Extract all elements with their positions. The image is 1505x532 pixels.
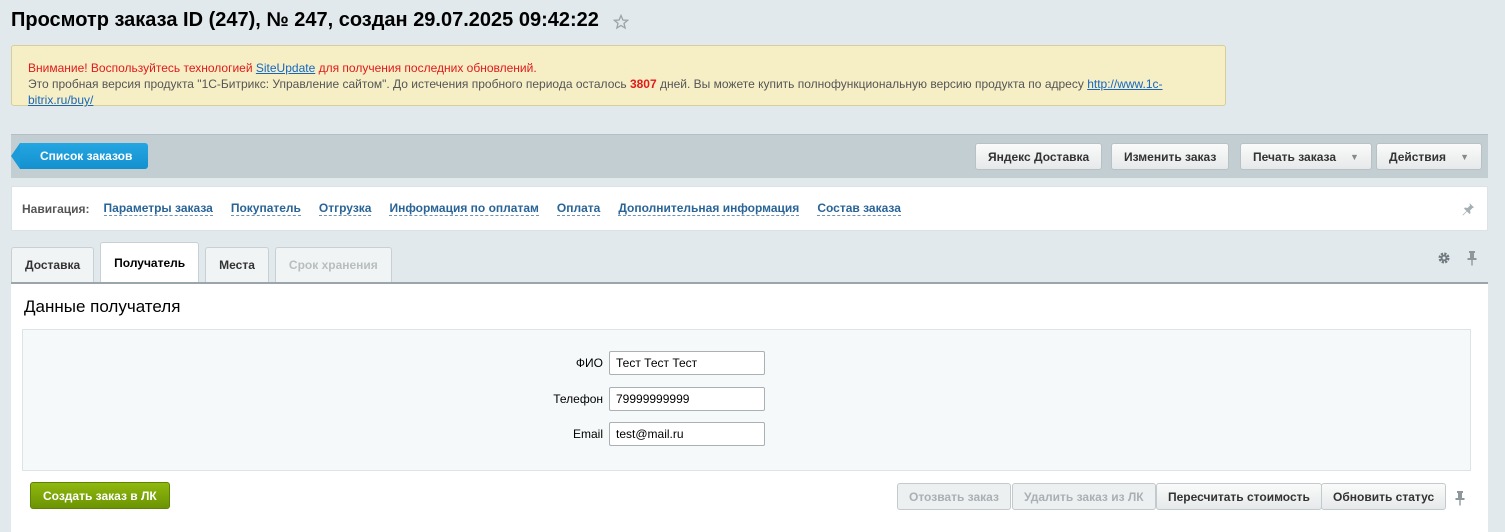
notice-update-line: Внимание! Воспользуйтесь технологией Sit…	[28, 60, 1209, 76]
tab-bar: Доставка Получатель Места Срок хранения	[11, 240, 398, 282]
tab-places[interactable]: Места	[205, 247, 269, 282]
nav-link-shipment[interactable]: Отгрузка	[318, 201, 372, 216]
actions-button[interactable]: Действия ▼	[1376, 143, 1482, 170]
notice-text: Внимание! Воспользуйтесь технологией	[28, 61, 256, 75]
pin-icon[interactable]	[1466, 250, 1478, 266]
recipient-form: ФИО Телефон Email	[22, 329, 1471, 471]
email-input[interactable]	[609, 422, 765, 446]
yandex-delivery-label: Яндекс Доставка	[988, 150, 1090, 164]
form-row-email: Email	[23, 422, 1470, 446]
tab-storage-period[interactable]: Срок хранения	[274, 247, 392, 282]
phone-input[interactable]	[609, 387, 765, 411]
fio-label: ФИО	[575, 356, 603, 370]
form-row-fio: ФИО	[23, 351, 1470, 375]
navigation-label: Навигация:	[22, 201, 90, 216]
edit-order-button[interactable]: Изменить заказ	[1111, 143, 1230, 170]
star-icon[interactable]	[612, 13, 629, 30]
delete-order-button[interactable]: Удалить заказ из ЛК	[1012, 483, 1156, 510]
nav-link-payment-info[interactable]: Информация по оплатам	[389, 201, 539, 216]
recalculate-cost-button[interactable]: Пересчитать стоимость	[1156, 483, 1322, 510]
pin-icon[interactable]	[1454, 490, 1466, 506]
chevron-down-icon: ▼	[1350, 152, 1359, 162]
navigation-bar: Навигация: Параметры заказа Покупатель О…	[11, 186, 1488, 231]
fio-input[interactable]	[609, 351, 765, 375]
recall-order-button[interactable]: Отозвать заказ	[897, 483, 1011, 510]
actions-label: Действия	[1389, 150, 1447, 164]
email-label: Email	[572, 427, 603, 441]
chevron-down-icon: ▼	[1460, 152, 1469, 162]
create-order-button[interactable]: Создать заказ в ЛК	[30, 482, 170, 509]
page-title: Просмотр заказа ID (247), № 247, создан …	[11, 8, 599, 31]
trial-notice: Внимание! Воспользуйтесь технологией Sit…	[11, 45, 1226, 108]
nav-link-order-contents[interactable]: Состав заказа	[817, 201, 901, 216]
nav-link-order-params[interactable]: Параметры заказа	[103, 201, 213, 216]
pin-icon[interactable]	[1461, 202, 1475, 216]
yandex-delivery-button[interactable]: Яндекс Доставка	[975, 143, 1103, 170]
tab-delivery[interactable]: Доставка	[11, 247, 95, 282]
edit-order-label: Изменить заказ	[1124, 150, 1217, 164]
notice-text: Это пробная версия продукта "1С-Битрикс:…	[28, 77, 630, 91]
nav-link-buyer[interactable]: Покупатель	[230, 201, 301, 216]
siteupdate-link[interactable]: SiteUpdate	[256, 61, 315, 75]
order-list-button[interactable]: Список заказов	[10, 143, 149, 169]
notice-text: для получения последних обновлений.	[315, 61, 537, 75]
gear-icon[interactable]	[1437, 251, 1451, 265]
section-title: Данные получателя	[24, 297, 181, 316]
phone-label: Телефон	[553, 392, 603, 406]
title-row: Просмотр заказа ID (247), № 247, создан …	[11, 6, 629, 34]
trial-days-count: 3807	[629, 77, 657, 91]
order-toolbar: Список заказов Яндекс Доставка Изменить …	[10, 134, 1488, 178]
notice-text: дней. Вы можете купить полнофункциональн…	[656, 77, 1088, 91]
tab-recipient[interactable]: Получатель	[100, 242, 200, 282]
nav-link-payment[interactable]: Оплата	[556, 201, 601, 216]
update-status-button[interactable]: Обновить статус	[1321, 483, 1447, 510]
notice-trial-line: Это пробная версия продукта "1С-Битрикс:…	[28, 76, 1209, 108]
print-order-label: Печать заказа	[1253, 150, 1337, 164]
form-row-phone: Телефон	[23, 387, 1470, 411]
print-order-button[interactable]: Печать заказа ▼	[1240, 143, 1372, 170]
nav-link-additional-info[interactable]: Дополнительная информация	[618, 201, 800, 216]
